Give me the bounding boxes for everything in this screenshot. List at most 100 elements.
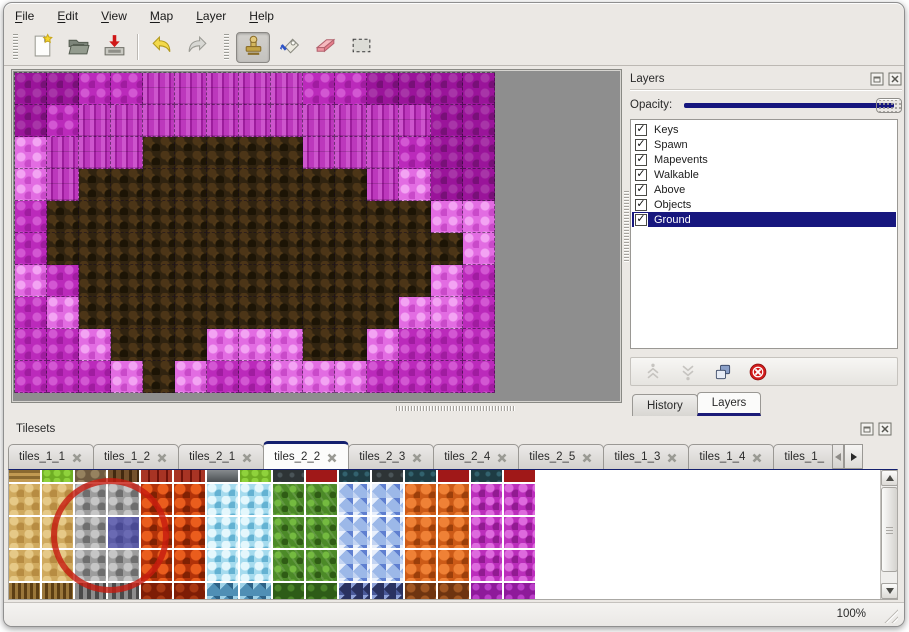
tileset-tile-stone[interactable] [108, 550, 139, 581]
tileset-tile-lava[interactable] [174, 484, 205, 515]
tileset-tile-bump[interactable] [438, 550, 469, 581]
layer-visibility-checkbox[interactable] [635, 169, 647, 181]
tab-close-icon[interactable] [666, 451, 678, 463]
map-tile-light-pink[interactable] [175, 361, 207, 393]
layer-row-above[interactable]: Above [632, 182, 896, 197]
tileset-tile-red[interactable] [438, 470, 469, 482]
tileset-tile-bump[interactable] [438, 517, 469, 548]
tileset-tile-floor[interactable] [9, 470, 40, 482]
map-tile-light-pink[interactable] [463, 201, 495, 233]
tab-close-icon[interactable] [581, 451, 593, 463]
tileset-tile-lava[interactable] [141, 517, 172, 548]
map-tile-magenta[interactable] [431, 361, 463, 393]
map-tile-dark-brown[interactable] [79, 297, 111, 329]
tileset-tile-teal[interactable] [471, 470, 502, 482]
map-tile-dark-brown[interactable] [175, 169, 207, 201]
tileset-tile-scale[interactable] [240, 517, 271, 548]
resize-grip[interactable] [881, 608, 898, 623]
map-tile-light-pink[interactable] [367, 329, 399, 361]
map-tile-dark-brown[interactable] [207, 233, 239, 265]
map-tile-dark-magenta[interactable] [463, 137, 495, 169]
tabs-scroll-left-button[interactable] [832, 444, 844, 469]
tileset-tile-vined[interactable] [306, 583, 337, 600]
map-tile-dark-magenta[interactable] [431, 73, 463, 105]
map-tile-light-pink[interactable] [79, 329, 111, 361]
tileset-tile-lava[interactable] [141, 484, 172, 515]
map-tile-dark-brown[interactable] [175, 201, 207, 233]
map-tile-dark-brown[interactable] [399, 201, 431, 233]
tileset-view[interactable] [8, 469, 898, 600]
map-tile-dark-brown[interactable] [143, 329, 175, 361]
map-tile-dark-brown[interactable] [335, 201, 367, 233]
map-tile-dark-brown[interactable] [239, 169, 271, 201]
tileset-tile-gray[interactable] [207, 470, 238, 482]
map-tile-dark-brown[interactable] [175, 297, 207, 329]
map-tile-magenta[interactable] [207, 361, 239, 393]
tileset-tile-grass[interactable] [42, 470, 73, 482]
tileset-scrollbar[interactable] [880, 470, 897, 599]
select-tool-button[interactable] [344, 32, 378, 63]
map-tile-dark-brown[interactable] [207, 297, 239, 329]
map-tile-dark-brown[interactable] [79, 169, 111, 201]
map-tile-magenta-pillar[interactable] [367, 137, 399, 169]
fill-tool-button[interactable] [272, 32, 306, 63]
tileset-tile-crystal[interactable] [339, 484, 370, 515]
map-tile-magenta[interactable] [335, 73, 367, 105]
map-tile-light-pink[interactable] [15, 265, 47, 297]
map-tile-dark-brown[interactable] [303, 329, 335, 361]
tileset-tab-tiles_2_5[interactable]: tiles_2_5 [518, 444, 604, 469]
map-tile-magenta-pillar[interactable] [367, 169, 399, 201]
layer-row-spawn[interactable]: Spawn [632, 137, 896, 152]
map-tile-light-pink[interactable] [15, 137, 47, 169]
tileset-tile-fringe[interactable] [9, 583, 40, 600]
map-tile-magenta[interactable] [463, 297, 495, 329]
map-tile-dark-magenta[interactable] [15, 105, 47, 137]
map-tile-dark-brown[interactable] [207, 201, 239, 233]
map-tile-dark-magenta[interactable] [367, 73, 399, 105]
map-tile-magenta-pillar[interactable] [111, 105, 143, 137]
map-tile-light-pink[interactable] [431, 201, 463, 233]
map-tile-magenta-pillar[interactable] [143, 73, 175, 105]
menu-layer[interactable]: Layer [196, 9, 226, 23]
tileset-tile-bump[interactable] [438, 484, 469, 515]
redo-button[interactable] [180, 32, 214, 63]
map-tile-dark-brown[interactable] [175, 265, 207, 297]
map-tile-light-pink[interactable] [431, 265, 463, 297]
map-tile-magenta-pillar[interactable] [303, 137, 335, 169]
layer-visibility-checkbox[interactable] [635, 154, 647, 166]
tileset-tile-dark[interactable] [372, 470, 403, 482]
layer-visibility-checkbox[interactable] [635, 199, 647, 211]
map-tile-dark-brown[interactable] [111, 297, 143, 329]
tileset-tile-red[interactable] [504, 470, 535, 482]
tileset-tile-scale[interactable] [207, 550, 238, 581]
layer-row-walkable[interactable]: Walkable [632, 167, 896, 182]
tileset-tile-vine[interactable] [306, 550, 337, 581]
layer-row-keys[interactable]: Keys [632, 122, 896, 137]
tileset-tile-bump[interactable] [405, 484, 436, 515]
tileset-tile-crystal[interactable] [372, 484, 403, 515]
map-tile-magenta[interactable] [367, 361, 399, 393]
scrollbar-thumb[interactable] [881, 487, 898, 572]
map-tile-light-pink[interactable] [399, 169, 431, 201]
menu-map[interactable]: Map [150, 9, 173, 23]
tileset-tile-scale[interactable] [240, 484, 271, 515]
layer-row-objects[interactable]: Objects [632, 197, 896, 212]
map-tile-magenta-pillar[interactable] [143, 105, 175, 137]
tileset-tab-tiles_2_3[interactable]: tiles_2_3 [348, 444, 434, 469]
map-tile-light-pink[interactable] [463, 233, 495, 265]
tab-close-icon[interactable] [411, 451, 423, 463]
tileset-tile-grass[interactable] [240, 470, 271, 482]
tileset-tab-tiles_2_4[interactable]: tiles_2_4 [433, 444, 519, 469]
tileset-tab-tiles_1_3[interactable]: tiles_1_3 [603, 444, 689, 469]
menu-edit[interactable]: Edit [57, 9, 78, 23]
tileset-tab-tiles_2_2[interactable]: tiles_2_2 [263, 441, 349, 469]
tileset-tile-lavad[interactable] [174, 583, 205, 600]
layer-visibility-checkbox[interactable] [635, 124, 647, 136]
map-tile-dark-brown[interactable] [271, 169, 303, 201]
map-tile-dark-brown[interactable] [367, 297, 399, 329]
map-tile-dark-brown[interactable] [239, 201, 271, 233]
map-tile-light-pink[interactable] [271, 329, 303, 361]
map-tile-dark-brown[interactable] [207, 169, 239, 201]
map-tile-dark-brown[interactable] [143, 233, 175, 265]
eraser-tool-button[interactable] [308, 32, 342, 63]
